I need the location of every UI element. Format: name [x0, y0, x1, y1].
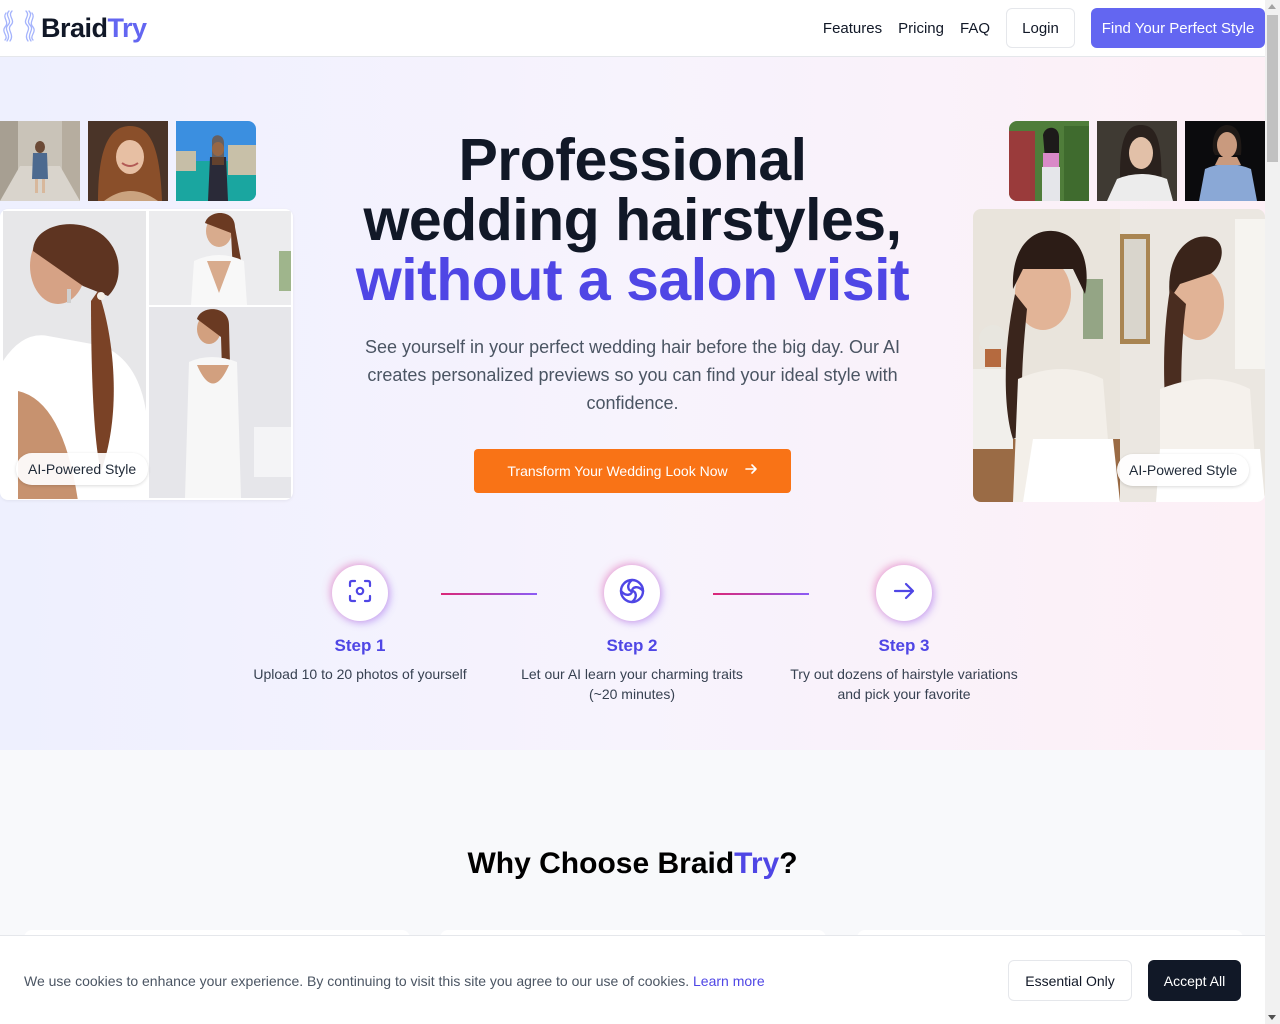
woman-by-sea-photo	[176, 121, 256, 201]
ai-powered-badge-left: AI-Powered Style	[16, 453, 149, 485]
scrollbar-thumb[interactable]	[1267, 15, 1278, 162]
step-2-title: Step 2	[606, 636, 658, 655]
smiling-woman-selfie-photo	[88, 121, 168, 201]
bride-ponytail-full-back-photo	[149, 307, 291, 498]
step-3-desc: Try out dozens of hairstyle variations a…	[790, 666, 1018, 702]
hero-section: AI-Powered Style AI-Powered Style Profes…	[0, 57, 1265, 750]
learn-more-link[interactable]: Learn more	[693, 973, 765, 989]
bride-ponytail-front-photo	[149, 211, 291, 305]
cookie-text: We use cookies to enhance your experienc…	[24, 973, 765, 989]
woman-in-alley-photo	[0, 121, 80, 201]
main-nav: Features Pricing FAQ Login Find Your Per…	[823, 8, 1265, 48]
logo-link[interactable]: BraidTry	[0, 8, 147, 49]
transform-look-button[interactable]: Transform Your Wedding Look Now	[474, 449, 791, 493]
site-header: BraidTry Features Pricing FAQ Login Find…	[0, 0, 1265, 57]
bride-braid-front-photo	[973, 209, 1120, 502]
step-1-desc: Upload 10 to 20 photos of yourself	[253, 666, 467, 682]
cookie-banner: We use cookies to enhance your experienc…	[0, 935, 1265, 1024]
why-choose-title: Why Choose BraidTry?	[467, 847, 798, 880]
step-3-icon-circle	[876, 565, 932, 621]
right-collage: AI-Powered Style	[973, 209, 1265, 502]
hero-title-line2: wedding hairstyles,	[363, 187, 902, 253]
braid-icon	[0, 8, 38, 49]
step-2-icon-circle	[604, 565, 660, 621]
page-scrollbar[interactable]	[1265, 0, 1280, 1024]
nav-link-faq[interactable]: FAQ	[960, 20, 990, 37]
ai-swirl-icon	[618, 577, 646, 610]
login-button[interactable]: Login	[1006, 8, 1075, 48]
accept-all-button[interactable]: Accept All	[1148, 960, 1241, 1001]
left-collage: AI-Powered Style	[0, 209, 293, 500]
nav-link-pricing[interactable]: Pricing	[898, 20, 944, 37]
hero-title-accent: without a salon visit	[355, 247, 910, 313]
hero-title: Professional wedding hairstyles, without…	[340, 130, 925, 310]
step-2-desc: Let our AI learn your charming traits (~…	[521, 666, 743, 702]
woman-selfie-photo	[1097, 121, 1177, 201]
step-1-title: Step 1	[334, 636, 386, 655]
arrow-right-icon	[890, 577, 918, 610]
arrow-right-icon	[744, 462, 758, 480]
step-1: Step 1 Upload 10 to 20 photos of yoursel…	[240, 565, 480, 684]
find-style-button[interactable]: Find Your Perfect Style	[1091, 8, 1265, 48]
step-2: Step 2 Let our AI learn your charming tr…	[512, 565, 752, 704]
scan-face-icon	[346, 577, 374, 610]
woman-in-striped-shirt-photo	[1185, 121, 1265, 201]
woman-in-garden-photo	[1009, 121, 1089, 201]
step-3-title: Step 3	[878, 636, 930, 655]
hero-title-line1: Professional	[458, 127, 807, 193]
brand-name: BraidTry	[41, 12, 147, 43]
hero-subtitle: See yourself in your perfect wedding hai…	[365, 337, 900, 413]
ai-powered-badge-right: AI-Powered Style	[1117, 454, 1250, 486]
essential-only-button[interactable]: Essential Only	[1008, 960, 1132, 1001]
step-1-icon-circle	[332, 565, 388, 621]
scroll-down-arrow-icon[interactable]	[1268, 1015, 1276, 1020]
step-3: Step 3 Try out dozens of hairstyle varia…	[784, 565, 1024, 704]
scroll-up-arrow-icon[interactable]	[1268, 4, 1276, 9]
transform-look-label: Transform Your Wedding Look Now	[507, 463, 728, 479]
nav-link-features[interactable]: Features	[823, 20, 882, 37]
